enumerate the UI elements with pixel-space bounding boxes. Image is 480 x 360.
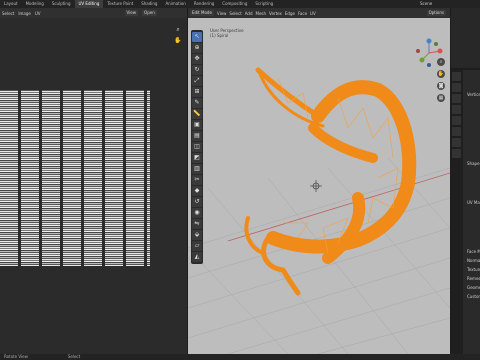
- material-tab-icon[interactable]: [452, 149, 461, 158]
- tab-animation[interactable]: Animation: [161, 0, 189, 8]
- modifier-tab-icon[interactable]: [452, 127, 461, 136]
- spin-icon[interactable]: ↺: [192, 197, 202, 207]
- viewport-header: Edit Mode View Select Add Mesh Vertex Ed…: [188, 8, 450, 18]
- tab-modeling[interactable]: Modeling: [22, 0, 48, 8]
- add-cube-icon[interactable]: ▣: [192, 120, 202, 130]
- transform-icon[interactable]: ⊞: [192, 87, 202, 97]
- uv-editor-header: Select Image UV View Open: [0, 8, 187, 18]
- tab-compositing[interactable]: Compositing: [218, 0, 251, 8]
- tab-shading[interactable]: Shading: [137, 0, 161, 8]
- edge-slide-icon[interactable]: ⇋: [192, 219, 202, 229]
- scene-tab-icon[interactable]: [452, 105, 461, 114]
- y-axis-icon: [419, 57, 425, 63]
- grid-icon[interactable]: ▦: [437, 94, 445, 102]
- viewport-menu-edge[interactable]: Edge: [285, 11, 295, 16]
- pan-hand-icon[interactable]: ✋: [174, 37, 182, 45]
- bevel-icon[interactable]: ◩: [192, 153, 202, 163]
- viewport-menu-view[interactable]: View: [217, 11, 227, 16]
- loop-cut-icon[interactable]: ▥: [192, 164, 202, 174]
- smooth-icon[interactable]: ◉: [192, 208, 202, 218]
- uv-view-button[interactable]: View: [124, 10, 139, 16]
- viewport-menu-add[interactable]: Add: [245, 11, 253, 16]
- viewport-scene: [188, 67, 450, 354]
- inset-icon[interactable]: ◫: [192, 142, 202, 152]
- workspace-tabs: Layout Modeling Sculpting UV Editing Tex…: [0, 0, 480, 8]
- uv-open-button[interactable]: Open: [142, 10, 157, 16]
- output-tab-icon[interactable]: [452, 94, 461, 103]
- properties-panel[interactable]: Vertices Shape Keys UV Maps Face Maps No…: [451, 70, 480, 354]
- status-select: Select: [67, 354, 81, 359]
- 3d-cursor-icon: [310, 180, 322, 192]
- render-tab-icon[interactable]: [452, 83, 461, 92]
- viewport-menu-face[interactable]: Face: [298, 11, 307, 16]
- viewport-menu-uv[interactable]: UV: [310, 11, 316, 16]
- x-axis-icon: [437, 48, 443, 54]
- scale-icon[interactable]: ⤢: [192, 76, 202, 86]
- uv-menu-uv[interactable]: UV: [35, 11, 41, 16]
- status-bar: Rotate View Select: [0, 354, 480, 360]
- tool-shelf: ↖ ⊕ ✥ ↻ ⤢ ⊞ ✎ 📏 ▣ ▤ ◫ ◩ ▥ ✂ ◆ ↺ ◉ ⇋ ⬙ ▱ …: [191, 30, 203, 264]
- tab-layout[interactable]: Layout: [0, 0, 22, 8]
- tab-rendering[interactable]: Rendering: [190, 0, 218, 8]
- rotate-icon[interactable]: ↻: [192, 65, 202, 75]
- x-axis-line: [227, 172, 450, 242]
- tab-sculpting[interactable]: Sculpting: [48, 0, 75, 8]
- viewport-menu-vertex[interactable]: Vertex: [269, 11, 282, 16]
- shrink-fatten-icon[interactable]: ⬙: [192, 230, 202, 240]
- extrude-icon[interactable]: ▤: [192, 131, 202, 141]
- options-dropdown[interactable]: Options: [426, 10, 446, 16]
- uv-menu-image[interactable]: Image: [18, 11, 31, 16]
- uv-navigation-tools: ⌕ ✋: [174, 26, 184, 48]
- viewport-info: User Perspective (1) Spiral: [210, 28, 244, 38]
- z-axis-icon: [426, 38, 432, 44]
- annotate-icon[interactable]: ✎: [192, 98, 202, 108]
- knife-icon[interactable]: ✂: [192, 175, 202, 185]
- properties-tabs: [451, 70, 463, 354]
- scene-selector[interactable]: Scene: [420, 0, 432, 8]
- tab-scripting[interactable]: Scripting: [251, 0, 277, 8]
- shear-icon[interactable]: ▱: [192, 241, 202, 251]
- select-box-icon[interactable]: ↖: [192, 32, 202, 42]
- zoom-icon[interactable]: ⌕: [174, 26, 182, 34]
- rip-region-icon[interactable]: ◭: [192, 252, 202, 262]
- viewport-menu-select[interactable]: Select: [229, 11, 241, 16]
- uv-editor[interactable]: Select Image UV View Open ⌕ ✋: [0, 8, 187, 354]
- uv-menu-select[interactable]: Select: [2, 11, 14, 16]
- 3d-viewport[interactable]: Edit Mode View Select Add Mesh Vertex Ed…: [188, 8, 450, 354]
- pan-hand-icon[interactable]: ✋: [437, 70, 445, 78]
- poly-build-icon[interactable]: ◆: [192, 186, 202, 196]
- uv-island-layout: [0, 90, 150, 266]
- move-icon[interactable]: ✥: [192, 54, 202, 64]
- viewport-menu-mesh[interactable]: Mesh: [256, 11, 267, 16]
- mode-selector[interactable]: Edit Mode: [190, 10, 214, 16]
- measure-icon[interactable]: 📏: [192, 109, 202, 119]
- outliner[interactable]: [451, 8, 480, 68]
- cursor-icon[interactable]: ⊕: [192, 43, 202, 53]
- status-rotate-view: Rotate View: [4, 354, 28, 359]
- object-tab-icon[interactable]: [452, 116, 461, 125]
- tab-texture-paint[interactable]: Texture Paint: [103, 0, 137, 8]
- view-controls: ⌕ ✋ ◙ ▦: [437, 58, 447, 106]
- object-name: (1) Spiral: [210, 33, 229, 38]
- data-tab-icon[interactable]: [452, 138, 461, 147]
- camera-icon[interactable]: ◙: [437, 82, 445, 90]
- tool-tab-icon[interactable]: [452, 72, 461, 81]
- zoom-icon[interactable]: ⌕: [437, 58, 445, 66]
- tab-uv-editing[interactable]: UV Editing: [74, 0, 104, 8]
